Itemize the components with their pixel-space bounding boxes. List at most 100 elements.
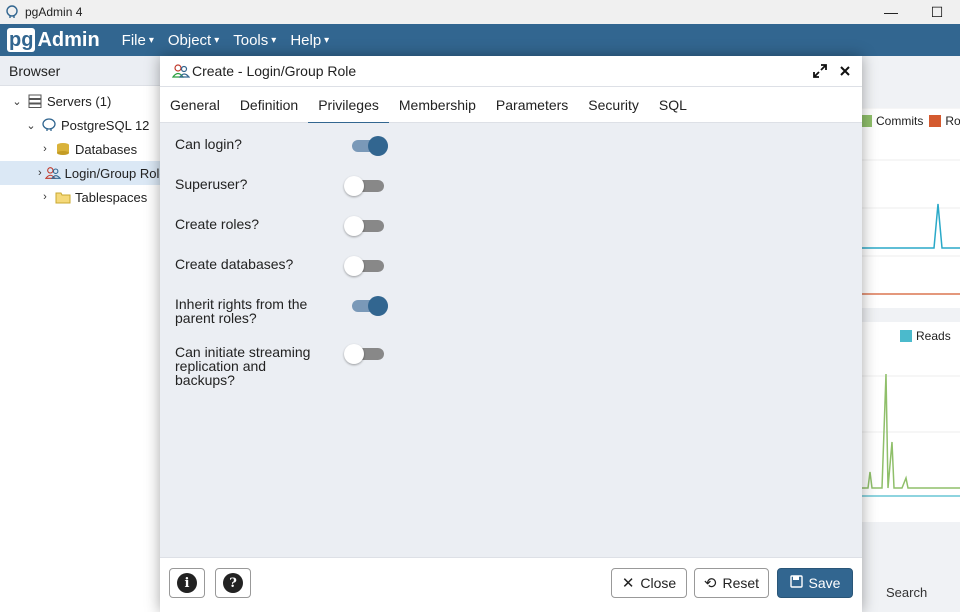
menu-object-label: Object [167, 31, 212, 49]
menu-help-label: Help [290, 31, 322, 49]
menu-object[interactable]: Object ▾ [168, 32, 219, 49]
close-dialog-button[interactable] [836, 62, 854, 80]
info-icon: i [177, 573, 197, 593]
roles-icon [44, 166, 61, 180]
reset-icon: ⟲ [703, 575, 717, 592]
create-databases-toggle[interactable] [344, 253, 384, 277]
minimize-button[interactable]: — [868, 0, 914, 24]
tab-membership[interactable]: Membership [389, 87, 486, 123]
info-button[interactable]: i [169, 568, 205, 598]
toggle-knob [344, 216, 364, 236]
tree-item-databases[interactable]: › Databases [38, 137, 137, 161]
pgadmin-elephant-icon [5, 5, 19, 19]
tree-item-label: PostgreSQL 12 [61, 117, 150, 133]
close-icon [840, 66, 850, 76]
tab-sql[interactable]: SQL [649, 87, 697, 123]
menu-help[interactable]: Help ▾ [290, 32, 329, 49]
replication-label: Can initiate streaming replication and b… [175, 344, 311, 388]
logo-admin: Admin [37, 28, 100, 51]
browser-tree: ⌄ Servers (1) ⌄ PostgreSQL 12 › Database… [0, 86, 173, 612]
legend-commits: Commits Ro [860, 114, 960, 128]
replication-toggle[interactable] [344, 341, 384, 365]
can-login-label: Can login? [175, 136, 242, 152]
tab-parameters[interactable]: Parameters [486, 87, 578, 123]
menu-tools[interactable]: Tools ▾ [233, 32, 276, 49]
block-io-chart [862, 322, 960, 522]
tab-definition[interactable]: Definition [230, 87, 308, 123]
dialog-header[interactable]: Create - Login/Group Role [160, 56, 862, 87]
tab-privileges[interactable]: Privileges [308, 87, 389, 124]
menu-tools-label: Tools [233, 31, 269, 49]
save-button[interactable]: Save [777, 568, 853, 598]
save-button-label: Save [808, 575, 841, 591]
reset-button-label: Reset [722, 575, 760, 591]
tree-item-tablespaces[interactable]: › Tablespaces [38, 185, 147, 209]
chevron-down-icon: ▾ [148, 34, 154, 46]
chevron-down-icon[interactable]: ⌄ [24, 119, 38, 132]
chevron-right-icon[interactable]: › [38, 167, 42, 179]
help-icon: ? [223, 573, 243, 593]
close-button[interactable]: ✕ Close [611, 568, 687, 598]
dialog-tabs: General Definition Privileges Membership… [160, 87, 862, 124]
servers-icon [27, 94, 43, 108]
save-icon [789, 574, 803, 592]
top-navbar: pg Admin File ▾ Object ▾ Tools ▾ Help ▾ [0, 24, 960, 56]
postgres-elephant-icon [41, 118, 57, 132]
folder-icon [55, 190, 71, 204]
tab-security[interactable]: Security [578, 87, 649, 123]
browser-panel-title: Browser [0, 56, 160, 86]
inherit-rights-toggle[interactable] [352, 293, 388, 317]
legend-swatch [929, 115, 942, 127]
help-button[interactable]: ? [215, 568, 251, 598]
maximize-dialog-button[interactable] [811, 62, 829, 80]
toggle-knob [368, 296, 388, 316]
chevron-right-icon[interactable]: › [38, 143, 52, 155]
role-icon [172, 64, 190, 78]
main-menu: File ▾ Object ▾ Tools ▾ Help ▾ [122, 32, 344, 49]
tree-item-label: Servers (1) [47, 93, 112, 109]
toggle-knob [344, 256, 364, 276]
tab-general[interactable]: General [160, 87, 230, 123]
create-databases-label: Create databases? [175, 256, 294, 272]
tree-item-label: Login/Group Roles [64, 165, 174, 181]
superuser-toggle[interactable] [344, 173, 384, 197]
window-titlebar: pgAdmin 4 — ☐ [0, 0, 960, 24]
create-login-group-role-dialog: Create - Login/Group Role General Defini… [160, 56, 862, 612]
tree-item-login-group-roles[interactable]: › Login/Group Roles [0, 161, 173, 185]
legend-label: Ro [945, 114, 960, 128]
dashboard-search-label[interactable]: Search [886, 585, 927, 600]
databases-icon [55, 142, 71, 156]
toggle-knob [368, 136, 388, 156]
expand-icon [813, 64, 827, 78]
pgadmin-logo[interactable]: pg Admin [7, 27, 100, 53]
tree-item-servers[interactable]: ⌄ Servers (1) [10, 89, 111, 113]
menu-file-label: File [121, 31, 146, 49]
close-button-label: Close [640, 575, 677, 591]
superuser-label: Superuser? [175, 176, 248, 192]
legend-label: Commits [876, 114, 924, 128]
close-icon: ✕ [621, 575, 635, 592]
tree-item-label: Tablespaces [75, 189, 148, 205]
legend-reads: Reads [900, 329, 951, 343]
chevron-right-icon[interactable]: › [38, 191, 52, 203]
tree-item-postgresql[interactable]: ⌄ PostgreSQL 12 [24, 113, 149, 137]
transactions-chart-plot [862, 107, 960, 295]
toggle-knob [344, 344, 364, 364]
create-roles-toggle[interactable] [344, 213, 384, 237]
maximize-button[interactable]: ☐ [914, 0, 960, 24]
legend-label: Reads [916, 329, 951, 343]
menu-file[interactable]: File ▾ [122, 32, 154, 49]
chevron-down-icon[interactable]: ⌄ [10, 95, 24, 108]
reset-button[interactable]: ⟲ Reset [694, 568, 769, 598]
create-roles-label: Create roles? [175, 216, 260, 232]
block-io-chart-plot [862, 373, 960, 497]
legend-swatch [900, 330, 912, 342]
dialog-footer: i ? ✕ Close ⟲ Reset Save [160, 557, 862, 612]
can-login-toggle[interactable] [352, 133, 388, 157]
toggle-knob [344, 176, 364, 196]
chevron-down-icon: ▾ [214, 34, 220, 46]
logo-pg: pg [7, 28, 36, 52]
chevron-down-icon: ▾ [324, 34, 330, 46]
privileges-panel: Can login? Superuser? Create roles? Crea… [160, 123, 862, 557]
transactions-chart [862, 107, 960, 308]
